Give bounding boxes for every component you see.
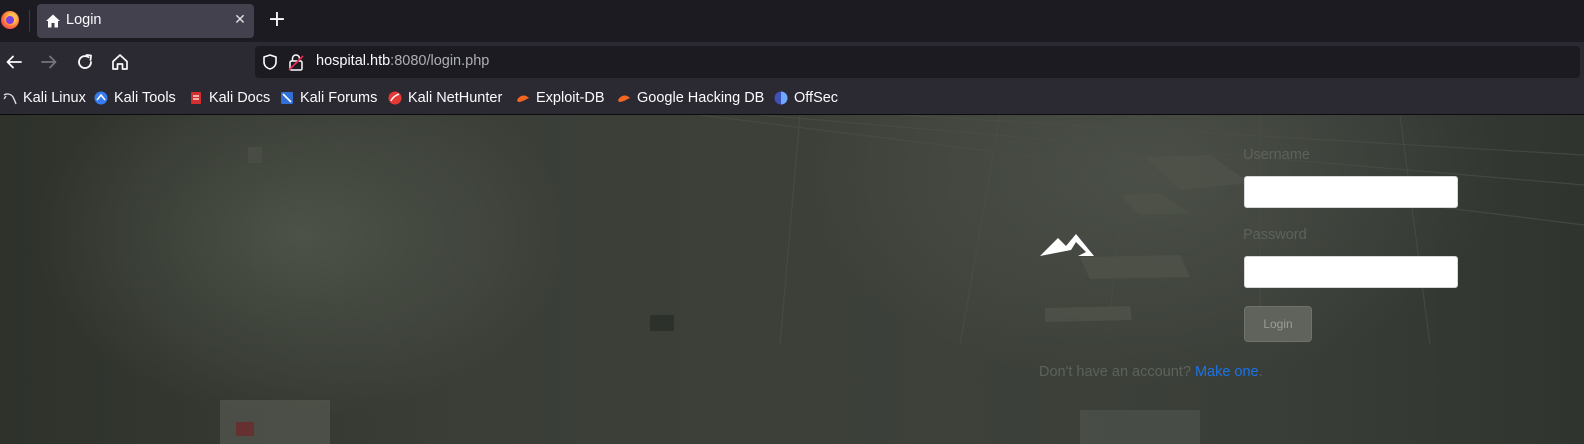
kali-tools-icon bbox=[94, 91, 108, 105]
bookmark-label: Kali Forums bbox=[300, 90, 378, 106]
bookmark-label: Kali Linux bbox=[23, 90, 86, 106]
login-button[interactable]: Login bbox=[1244, 306, 1312, 342]
password-label: Password bbox=[1243, 227, 1307, 243]
kali-docs-icon bbox=[191, 92, 201, 104]
url-text[interactable]: hospital.htb:8080/login.php bbox=[316, 53, 489, 69]
bookmark-label: Kali NetHunter bbox=[408, 90, 503, 106]
bookmark-label: OffSec bbox=[794, 90, 839, 106]
bookmark-google-hacking-db[interactable]: Google Hacking DB bbox=[617, 88, 764, 108]
page-viewport: Username Password Login Don't have an ac… bbox=[0, 115, 1584, 444]
signup-prompt-line: Don't have an account? Make one. bbox=[1039, 364, 1263, 380]
bookmark-kali-docs[interactable]: Kali Docs bbox=[189, 88, 270, 108]
url-host: hospital.htb bbox=[316, 53, 391, 69]
tab-login[interactable]: Login ✕ bbox=[37, 4, 254, 38]
tab-title: Login bbox=[66, 12, 102, 28]
navigation-toolbar: hospital.htb:8080/login.php bbox=[0, 42, 1584, 82]
tab-separator bbox=[29, 10, 30, 32]
url-bar[interactable]: hospital.htb:8080/login.php bbox=[255, 46, 1580, 78]
offsec-icon bbox=[774, 91, 788, 105]
tab-strip: Login ✕ + bbox=[0, 0, 1584, 42]
bookmark-label: Kali Docs bbox=[209, 90, 271, 106]
password-input[interactable] bbox=[1244, 256, 1458, 288]
ghdb-icon bbox=[618, 95, 630, 102]
signup-suffix: . bbox=[1258, 364, 1263, 380]
bookmark-label: Google Hacking DB bbox=[637, 90, 765, 106]
signup-link[interactable]: Make one bbox=[1195, 364, 1259, 380]
username-input[interactable] bbox=[1244, 176, 1458, 208]
kali-dragon-icon bbox=[3, 93, 17, 105]
bookmark-label: Exploit-DB bbox=[536, 90, 605, 106]
url-path: :8080/login.php bbox=[390, 53, 490, 69]
username-label: Username bbox=[1243, 147, 1310, 163]
back-arrow-icon[interactable] bbox=[3, 51, 25, 73]
forward-arrow-icon[interactable] bbox=[38, 51, 60, 73]
tracking-protection-shield-icon[interactable] bbox=[261, 53, 279, 71]
bookmark-kali-forums[interactable]: Kali Forums bbox=[280, 88, 377, 108]
kali-forums-icon bbox=[281, 92, 293, 104]
insecure-lock-icon[interactable] bbox=[288, 53, 304, 71]
new-tab-button[interactable]: + bbox=[266, 9, 288, 31]
bookmark-kali-tools[interactable]: Kali Tools bbox=[94, 88, 176, 108]
bookmark-offsec[interactable]: OffSec bbox=[774, 88, 838, 108]
bookmark-exploit-db[interactable]: Exploit-DB bbox=[516, 88, 605, 108]
firefox-logo-icon[interactable] bbox=[1, 11, 19, 29]
home-icon[interactable] bbox=[109, 51, 131, 73]
bookmark-kali-nethunter[interactable]: Kali NetHunter bbox=[388, 88, 502, 108]
bookmarks-toolbar: Kali Linux Kali Tools Kali Docs Kali For… bbox=[0, 82, 1584, 115]
reload-icon[interactable] bbox=[74, 51, 96, 73]
home-icon bbox=[46, 14, 60, 28]
close-tab-icon[interactable]: ✕ bbox=[230, 10, 250, 30]
kali-nethunter-icon bbox=[388, 91, 402, 105]
bookmark-label: Kali Tools bbox=[114, 90, 176, 106]
exploit-db-icon bbox=[517, 95, 529, 102]
signup-prompt-text: Don't have an account? bbox=[1039, 364, 1191, 380]
bookmark-kali-linux[interactable]: Kali Linux bbox=[3, 88, 86, 108]
mountain-logo-icon bbox=[1040, 234, 1094, 256]
